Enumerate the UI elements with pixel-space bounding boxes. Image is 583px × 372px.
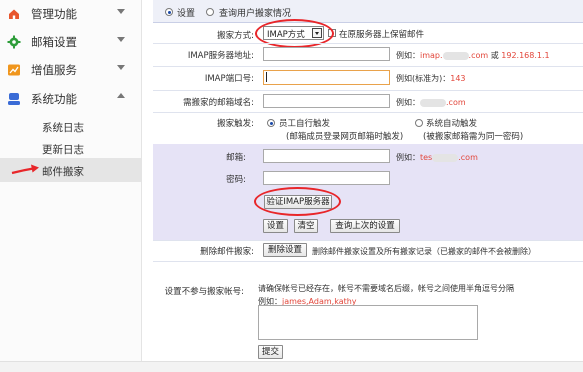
domain-label: 需搬家的邮箱域名: xyxy=(183,98,254,108)
tab-settings[interactable]: 设置 xyxy=(177,6,195,19)
home-icon xyxy=(9,9,19,19)
sidebar-item-label: 系统功能 xyxy=(31,92,77,106)
query-last-settings-button[interactable]: 查询上次的设置 xyxy=(330,219,400,233)
password-label: 密码: xyxy=(226,175,246,185)
divider xyxy=(153,240,583,241)
port-input[interactable] xyxy=(263,70,390,85)
hint-prefix: 例如： xyxy=(396,98,420,107)
email-input[interactable] xyxy=(263,149,390,163)
trigger-auto-note: (被搬家邮箱需为同一密码) xyxy=(423,132,524,142)
port-label: IMAP端口号: xyxy=(204,74,254,84)
exclude-note: 请确保帐号已经存在，帐号不需要域名后缀，帐号之间使用半角逗号分隔 xyxy=(258,284,514,293)
domain-input[interactable] xyxy=(263,94,390,108)
hint-prefix: 例如： xyxy=(396,153,420,162)
email-label: 邮箱: xyxy=(226,153,246,163)
exclude-accounts-textarea[interactable] xyxy=(258,305,478,340)
chart-icon xyxy=(8,64,20,76)
password-input[interactable] xyxy=(263,171,390,185)
divider xyxy=(153,66,583,67)
hint-example-ip: 192.168.1.1 xyxy=(501,51,550,60)
sidebar-item-label: 增值服务 xyxy=(31,63,77,77)
server-label: IMAP服务器地址: xyxy=(187,51,254,61)
email-hint: 例如：tes .com xyxy=(396,152,478,163)
divider xyxy=(153,112,583,113)
tab-query[interactable]: 查询用户搬家情况 xyxy=(219,6,291,19)
divider xyxy=(153,43,583,44)
delete-label: 删除邮件搬家: xyxy=(200,247,254,257)
gear-icon xyxy=(7,35,21,49)
hint-example: imap. xyxy=(420,51,443,60)
hint-value: tes xyxy=(420,153,433,162)
method-label: 搬家方式: xyxy=(217,31,254,41)
delete-note: 删除邮件搬家设置及所有搬家记录（已搬家的邮件不会被删除） xyxy=(312,247,536,256)
hint-sep: 或 xyxy=(490,51,499,60)
chevron-down-icon[interactable] xyxy=(117,37,125,42)
submit-button[interactable]: 提交 xyxy=(258,345,283,359)
divider xyxy=(153,90,583,91)
sidebar-item-label: 邮箱设置 xyxy=(31,35,77,49)
tab-bar: 设置 查询用户搬家情况 xyxy=(153,0,583,23)
server-input[interactable] xyxy=(263,47,390,61)
trigger-label: 搬家触发: xyxy=(217,119,254,129)
tab-settings-radio[interactable] xyxy=(165,8,173,16)
clear-button[interactable]: 清空 xyxy=(294,219,318,233)
hint-suffix: .com xyxy=(446,98,466,107)
keep-mail-label: 在原服务器上保留邮件 xyxy=(339,30,425,40)
hint-prefix: 例如： xyxy=(396,51,420,60)
sidebar-subitem-label: 系统日志 xyxy=(42,122,84,134)
sidebar-item-system[interactable]: 系统功能 xyxy=(0,85,141,113)
port-hint: 例如(标准为)：143 xyxy=(396,73,466,84)
divider xyxy=(153,261,583,262)
redacted-text xyxy=(420,98,446,107)
user-icon xyxy=(8,93,20,105)
server-hint: 例如：imap. .com 或 192.168.1.1 xyxy=(396,50,550,61)
delete-settings-button[interactable]: 删除设置 xyxy=(263,243,307,257)
sidebar-subitem-system-log[interactable]: 系统日志 xyxy=(0,114,141,138)
chevron-down-icon[interactable] xyxy=(117,65,125,70)
sidebar-item-label: 管理功能 xyxy=(31,7,77,21)
exclude-label: 设置不参与搬家帐号: xyxy=(164,287,244,297)
text-cursor xyxy=(266,72,267,82)
hint-prefix: 例如(标准为)： xyxy=(396,74,451,83)
tab-query-radio[interactable] xyxy=(206,8,214,16)
redacted-text xyxy=(442,51,469,60)
sidebar-item-value-added[interactable]: 增值服务 xyxy=(0,56,141,84)
sidebar-item-mail-settings[interactable]: 邮箱设置 xyxy=(0,28,141,56)
sidebar-subitem-label: 邮件搬家 xyxy=(42,166,84,178)
sidebar-subitem-update-log[interactable]: 更新日志 xyxy=(0,136,141,160)
hint-suffix: .com xyxy=(468,51,489,60)
trigger-auto-label: 系统自动触发 xyxy=(426,119,478,129)
hint-suffix: .com xyxy=(458,153,478,162)
sidebar-item-management[interactable]: 管理功能 xyxy=(0,0,141,28)
chevron-down-icon[interactable] xyxy=(117,9,125,14)
trigger-user-note: (邮箱成员登录网页邮箱时触发) xyxy=(286,132,404,142)
hint-value: 143 xyxy=(450,74,466,83)
main-panel: 设置 查询用户搬家情况 搬家方式: IMAP方式 在原服务器上保留邮件 IMAP… xyxy=(153,0,583,371)
trigger-user-label: 员工自行触发 xyxy=(279,119,331,129)
sidebar: 管理功能 邮箱设置 增值服务 系统功能 系统日志 更新日志 邮件搬家 xyxy=(0,0,142,371)
redacted-text xyxy=(432,153,459,162)
status-bar xyxy=(0,361,583,372)
chevron-up-icon[interactable] xyxy=(117,93,125,98)
trigger-auto-radio[interactable] xyxy=(415,119,423,127)
trigger-user-radio[interactable] xyxy=(267,119,275,127)
arrow-annotation-icon xyxy=(11,164,39,175)
highlight-ellipse xyxy=(254,187,341,216)
sidebar-subitem-label: 更新日志 xyxy=(42,144,84,156)
domain-hint: 例如： .com xyxy=(396,97,466,108)
set-button[interactable]: 设置 xyxy=(263,219,288,233)
